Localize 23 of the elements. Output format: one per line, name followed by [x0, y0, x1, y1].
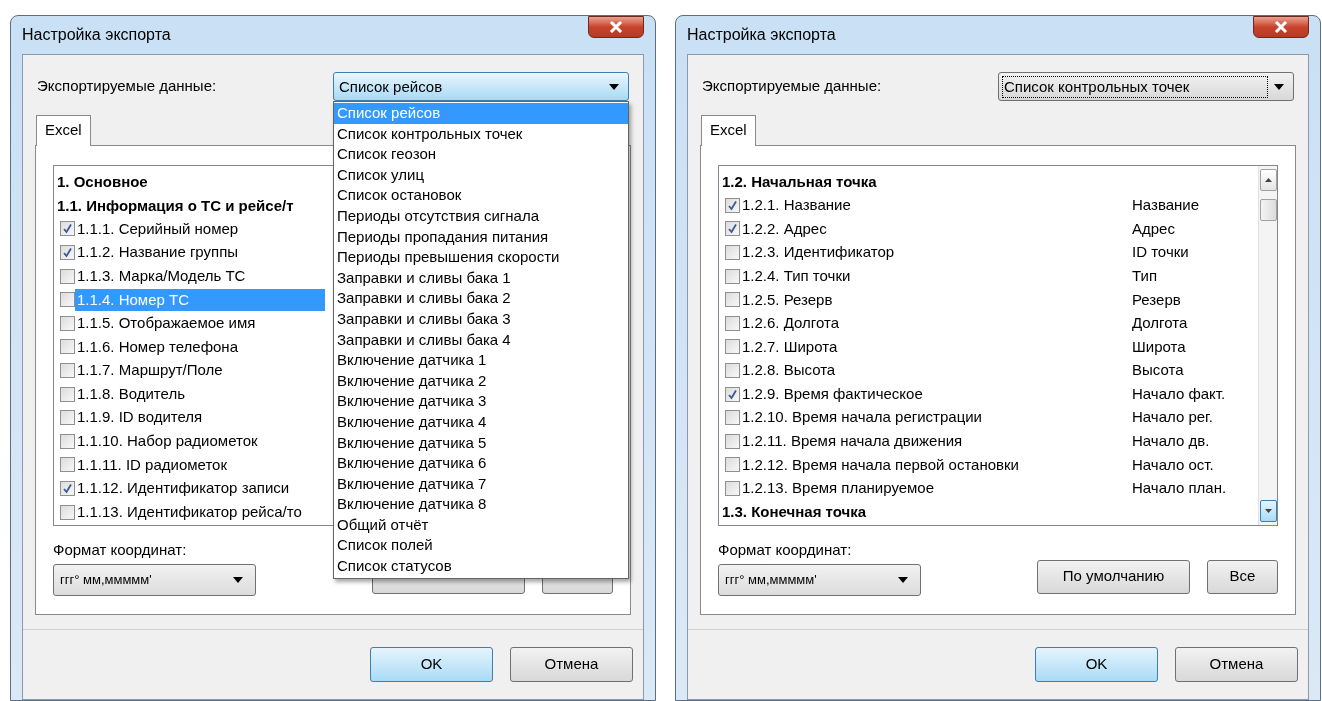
coordinate-format-label: Формат координат:	[718, 540, 852, 560]
column-alias: Высота	[1132, 360, 1184, 381]
column-alias: Широта	[1132, 336, 1186, 357]
column-alias: Начало рег.	[1132, 407, 1213, 428]
column-alias: Тип	[1132, 265, 1157, 286]
export-data-label: Экспортируемые данные:	[36, 76, 217, 97]
section-heading: 1.2. Начальная точка	[722, 172, 877, 192]
column-alias: Начало дв.	[1132, 431, 1210, 452]
column-alias: Начало ост.	[1132, 454, 1214, 475]
section-heading: 1.1. Информация о ТС и рейсе/т	[57, 195, 294, 216]
export-data-label: Экспортируемые данные:	[701, 76, 882, 97]
column-alias: Резерв	[1132, 289, 1181, 310]
window-title: Настройка экспорта	[22, 25, 171, 45]
column-alias: Адрес	[1132, 218, 1175, 239]
column-alias: ID точки	[1132, 242, 1189, 263]
section-heading: 1. Основное	[57, 172, 148, 192]
column-alias: Название	[1132, 195, 1200, 216]
window-title: Настройка экспорта	[687, 25, 836, 45]
column-alias: Начало факт.	[1132, 383, 1226, 404]
column-alias: Долгота	[1132, 313, 1188, 334]
coordinate-format-label: Формат координат:	[53, 540, 187, 560]
column-alias: Начало план.	[1132, 478, 1227, 499]
section-heading: 1.3. Конечная точка	[722, 502, 867, 523]
